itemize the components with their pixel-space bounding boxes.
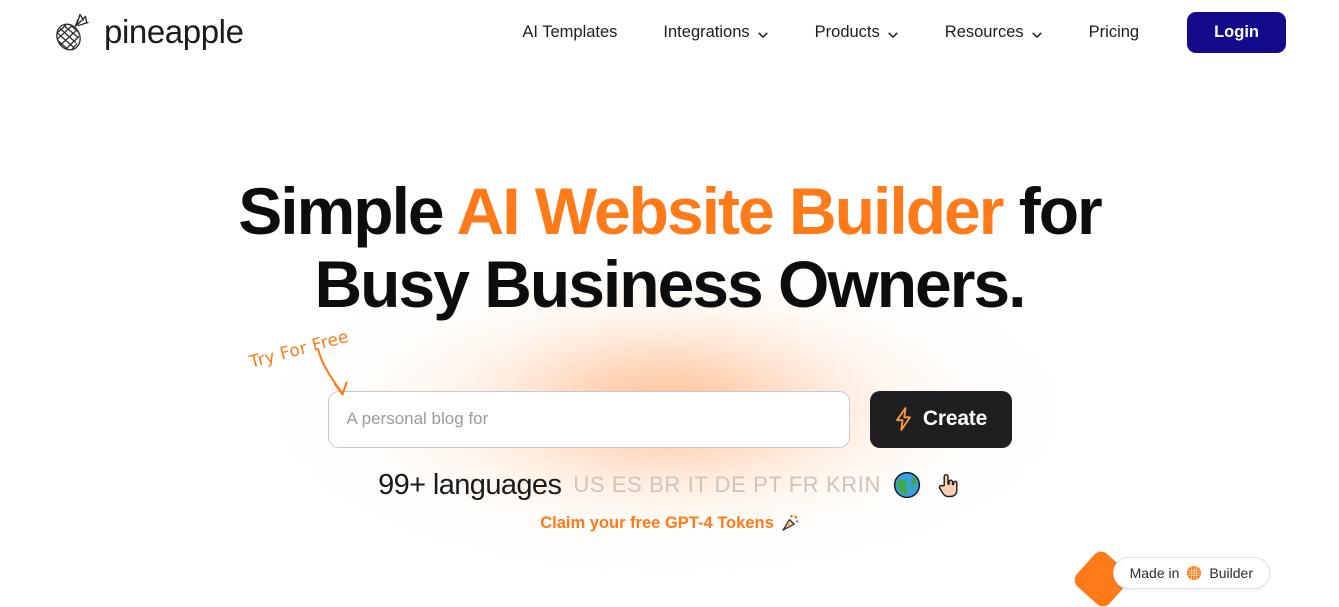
nav-item-label: Integrations bbox=[663, 22, 750, 41]
nav-item-label: AI Templates bbox=[522, 22, 618, 41]
prompt-input[interactable] bbox=[327, 390, 850, 448]
nav-item-pricing[interactable]: Pricing bbox=[1066, 15, 1162, 50]
nav-item-ai-templates[interactable]: AI Templates bbox=[499, 15, 640, 50]
brand-name: pineapple bbox=[104, 13, 244, 50]
headline-accent: AI Website Builder bbox=[456, 174, 1005, 248]
try-for-free-label: Try For Free bbox=[246, 326, 351, 373]
claim-tokens-link[interactable]: Claim your free GPT-4 Tokens bbox=[540, 514, 799, 533]
made-in-prefix: Made in bbox=[1129, 565, 1180, 581]
claim-tokens-label: Claim your free GPT-4 Tokens bbox=[540, 513, 774, 532]
languages-row: 99+ languages US ES BR IT DE PT FR KRIN bbox=[0, 469, 1339, 502]
made-in-suffix: Builder bbox=[1209, 565, 1253, 581]
chevron-down-icon bbox=[1031, 27, 1043, 39]
pineapple-badge-icon bbox=[1186, 565, 1202, 581]
lightning-bolt-icon bbox=[894, 407, 913, 432]
pineapple-icon bbox=[53, 11, 93, 53]
chevron-down-icon bbox=[887, 27, 899, 39]
pointing-hand-up-icon bbox=[933, 471, 961, 499]
nav-item-integrations[interactable]: Integrations bbox=[640, 15, 791, 50]
language-codes: US ES BR IT DE PT FR KRIN bbox=[573, 472, 881, 498]
made-in-builder-badge[interactable]: Made in Builder bbox=[1070, 547, 1270, 607]
headline-line-2: Busy Business Owners. bbox=[314, 246, 1027, 321]
nav-item-label: Pricing bbox=[1088, 22, 1140, 41]
create-button-label: Create bbox=[922, 407, 988, 431]
hero-section: Simple AI Website Builder for Busy Busin… bbox=[0, 177, 1339, 533]
chevron-down-icon bbox=[757, 27, 769, 39]
party-popper-icon bbox=[781, 514, 799, 532]
create-button[interactable]: Create bbox=[869, 390, 1012, 448]
languages-count: 99+ languages bbox=[378, 468, 562, 501]
headline-part-1: Simple bbox=[238, 174, 457, 248]
site-header: pineapple AI Templates Integrations Prod… bbox=[0, 0, 1339, 64]
page-title: Simple AI Website Builder for Busy Busin… bbox=[0, 177, 1339, 321]
globe-icon bbox=[893, 471, 921, 499]
main-navigation: AI Templates Integrations Products Resou… bbox=[499, 11, 1286, 53]
login-button[interactable]: Login bbox=[1187, 11, 1286, 53]
brand-logo[interactable]: pineapple bbox=[53, 11, 244, 53]
headline-part-2: for bbox=[1002, 174, 1103, 248]
made-in-builder-pill[interactable]: Made in Builder bbox=[1112, 557, 1270, 589]
nav-item-label: Resources bbox=[944, 22, 1024, 41]
nav-item-label: Products bbox=[814, 22, 880, 41]
nav-item-resources[interactable]: Resources bbox=[922, 15, 1066, 50]
hero-prompt-form: Try For Free Create bbox=[247, 327, 1012, 448]
nav-item-products[interactable]: Products bbox=[792, 15, 922, 50]
